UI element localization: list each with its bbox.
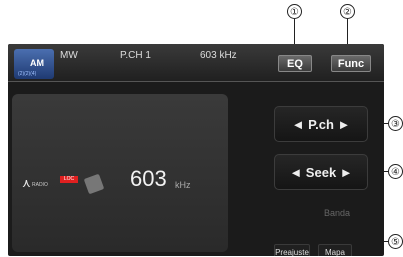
tuner-info-panel: ⋏ RADIO LOC 603 kHz bbox=[12, 94, 228, 252]
header-frequency: 603 kHz bbox=[200, 50, 237, 61]
antenna-label: RADIO bbox=[32, 182, 48, 188]
frequency-unit: kHz bbox=[175, 180, 191, 190]
antenna-icon: ⋏ bbox=[22, 176, 31, 190]
preajuste-button[interactable]: Preajuste bbox=[274, 244, 310, 256]
callout-5: ⑤ bbox=[388, 234, 403, 249]
am-source-icon[interactable]: AM (2)(2)(4) bbox=[14, 49, 54, 79]
mapa-button[interactable]: Mapa bbox=[318, 244, 352, 256]
callout-1: ① bbox=[287, 4, 302, 19]
callout-3: ③ bbox=[388, 116, 403, 131]
preset-label: P.CH 1 bbox=[120, 50, 151, 61]
callout-4: ④ bbox=[388, 164, 403, 179]
preset-channel-button[interactable]: ◄ P.ch ► bbox=[274, 106, 368, 142]
local-badge: LOC bbox=[60, 176, 78, 183]
band-label: MW bbox=[60, 50, 78, 61]
frequency-value: 603 bbox=[130, 166, 167, 191]
seek-button[interactable]: ◄ Seek ► bbox=[274, 154, 368, 190]
status-bar: AM (2)(2)(4) MW P.CH 1 603 kHz EQ Func bbox=[8, 44, 384, 82]
eq-button[interactable]: EQ bbox=[278, 55, 312, 72]
source-icon-sublabel: (2)(2)(4) bbox=[18, 71, 37, 77]
satellite-icon bbox=[83, 173, 105, 195]
source-icon-label: AM bbox=[30, 58, 44, 68]
banda-button[interactable]: Banda bbox=[324, 208, 350, 218]
radio-screen: AM (2)(2)(4) MW P.CH 1 603 kHz EQ Func ⋏… bbox=[8, 44, 384, 256]
callout-2: ② bbox=[340, 4, 355, 19]
func-button[interactable]: Func bbox=[331, 55, 371, 72]
